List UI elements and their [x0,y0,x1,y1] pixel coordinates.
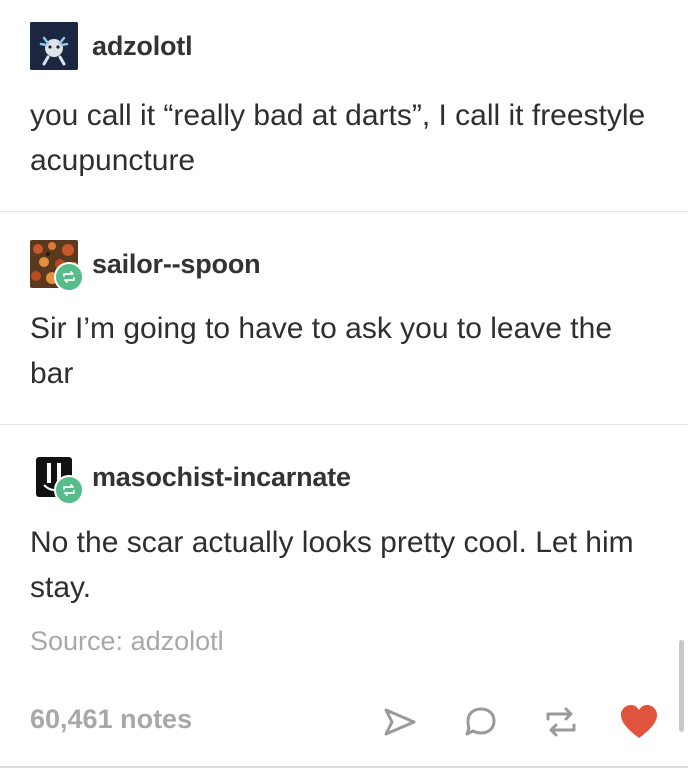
post-text: No the scar actually looks pretty cool. … [30,526,634,604]
post-text: you call it “really bad at darts”, I cal… [30,99,646,177]
reply-icon[interactable] [461,702,501,742]
scrollbar[interactable] [679,640,684,732]
username[interactable]: masochist-incarnate [92,462,351,493]
axolotl-avatar-icon [30,22,78,70]
reblog-badge-icon [54,475,84,505]
reblog-icon[interactable] [541,702,581,742]
post-text: Sir I’m going to have to ask you to leav… [30,312,612,390]
like-heart-icon[interactable] [619,702,659,742]
source-link[interactable]: adzolotl [131,626,224,656]
divider [0,424,688,425]
notes-count[interactable]: 60,461 notes [30,704,192,735]
divider [0,211,688,212]
avatar[interactable] [30,22,78,70]
source-label: Source: [30,626,124,656]
share-icon[interactable] [380,702,420,742]
avatar[interactable] [30,240,84,292]
post-header: adzolotl [30,20,193,72]
post-header: sailor--spoon [30,238,261,292]
reblog-badge-icon [54,262,84,292]
username[interactable]: adzolotl [92,31,193,62]
avatar[interactable] [30,453,84,505]
post-header: masochist-incarnate [30,451,351,505]
source-line: Source: adzolotl [30,626,224,657]
username[interactable]: sailor--spoon [92,249,261,280]
